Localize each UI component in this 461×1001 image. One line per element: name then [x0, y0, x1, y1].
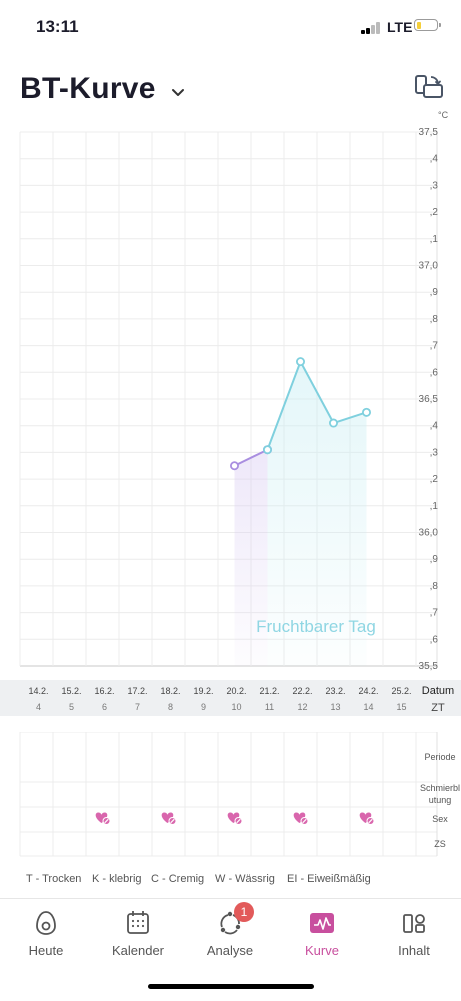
- tab-label: Analyse: [206, 943, 254, 958]
- content-icon: [403, 914, 425, 933]
- y-tick-label: ,2: [430, 474, 439, 485]
- cycle-day-label: 6: [102, 702, 107, 712]
- cycle-day-label: 14: [363, 702, 373, 712]
- y-tick-label: 36,5: [419, 394, 439, 405]
- cycle-day-label: 7: [135, 702, 140, 712]
- date-axis-label: Datum: [422, 685, 454, 697]
- row-label-period: Periode: [424, 752, 455, 762]
- row-label-zs: ZS: [434, 839, 446, 849]
- rotate-screen-icon[interactable]: [414, 73, 444, 101]
- chevron-down-icon[interactable]: [170, 84, 186, 100]
- cycle-day-label: 4: [36, 702, 41, 712]
- temperature-chart[interactable]: 37,5 ,4 ,3 ,2 ,1 37,0 ,9 ,8 ,7 ,6 36,5 ,4 ,3 ,2 ,1 36,0…: [0, 110, 461, 720]
- legend-item: C - Cremig: [151, 873, 205, 885]
- tab-label: Heute: [28, 943, 64, 958]
- legend-item: T - Trocken: [26, 873, 82, 885]
- cycle-day-label: 10: [231, 702, 241, 712]
- date-label: 14.2.: [28, 686, 48, 696]
- egg-icon: [36, 911, 56, 935]
- date-label: 25.2.: [391, 686, 411, 696]
- mucus-legend: T - Trocken K - klebrig C - Cremig W - W…: [0, 873, 461, 889]
- y-tick-label: ,8: [430, 314, 439, 325]
- y-tick-label: ,7: [430, 341, 439, 352]
- home-indicator: [148, 984, 314, 989]
- legend-item: K - klebrig: [92, 873, 142, 885]
- date-label: 20.2.: [226, 686, 246, 696]
- y-tick-label: 36,0: [419, 528, 439, 539]
- y-tick-label: ,4: [430, 421, 439, 432]
- y-tick-label: ,4: [430, 154, 439, 165]
- date-label: 15.2.: [61, 686, 81, 696]
- y-tick-label: ,1: [430, 501, 439, 512]
- tab-label: Kalender: [111, 943, 165, 958]
- cycle-day-label: 9: [201, 702, 206, 712]
- tab-kalender[interactable]: Kalender: [92, 899, 184, 969]
- cycle-day-label: 15: [396, 702, 406, 712]
- y-tick-label: ,2: [430, 207, 439, 218]
- y-tick-label: ,1: [430, 234, 439, 245]
- cycle-day-label: 11: [265, 702, 274, 712]
- sex-heart-icon[interactable]: [359, 812, 375, 825]
- sex-heart-icon[interactable]: [293, 812, 309, 825]
- date-label: 17.2.: [127, 686, 147, 696]
- network-type: LTE: [387, 19, 413, 35]
- curve-icon: [310, 913, 334, 933]
- date-label: 23.2.: [325, 686, 345, 696]
- temperature-point[interactable]: [295, 357, 305, 367]
- cycle-day-label: 5: [69, 702, 74, 712]
- date-label: 19.2.: [193, 686, 213, 696]
- events-grid[interactable]: Periode Schmierbl utung Sex ZS: [0, 732, 461, 862]
- tab-label: Inhalt: [398, 943, 430, 958]
- date-label: 16.2.: [94, 686, 114, 696]
- sex-heart-icon[interactable]: [161, 812, 177, 825]
- tab-analyse[interactable]: 1 Analyse: [184, 899, 276, 969]
- cycle-day-label: 13: [330, 702, 340, 712]
- y-tick-label: ,8: [430, 581, 439, 592]
- sex-heart-icon[interactable]: [227, 812, 243, 825]
- unit-label: °C: [438, 110, 449, 120]
- sex-heart-icon[interactable]: [95, 812, 111, 825]
- date-label: 18.2.: [160, 686, 180, 696]
- page-title[interactable]: BT-Kurve: [20, 72, 156, 106]
- status-time: 13:11: [36, 17, 79, 36]
- date-strip: 14.2. 4 15.2. 5 16.2. 6 17.2. 7 18.2. 8 19.2. 9 20.2…: [0, 680, 461, 716]
- temperature-point[interactable]: [361, 407, 371, 417]
- cycle-day-label: 12: [297, 702, 307, 712]
- y-tick-label: ,6: [430, 367, 439, 378]
- temperature-point[interactable]: [262, 445, 272, 455]
- battery-icon: [414, 19, 441, 31]
- legend-item: W - Wässrig: [215, 873, 275, 885]
- temperature-point[interactable]: [229, 461, 239, 471]
- y-tick-label: 37,0: [419, 261, 439, 272]
- legend-item: EI - Eiweißmäßig: [287, 873, 371, 885]
- date-label: 24.2.: [358, 686, 378, 696]
- calendar-icon: [127, 911, 149, 934]
- tab-heute[interactable]: Heute: [0, 899, 92, 969]
- tab-inhalt[interactable]: Inhalt: [368, 899, 460, 969]
- y-tick-label: ,6: [430, 634, 439, 645]
- temperature-point[interactable]: [328, 418, 338, 428]
- tab-kurve[interactable]: Kurve: [276, 899, 368, 969]
- y-tick-label: ,9: [430, 554, 439, 565]
- tab-label: Kurve: [305, 943, 339, 958]
- cycle-day-label: 8: [168, 702, 173, 712]
- date-label: 22.2.: [292, 686, 312, 696]
- notification-badge: 1: [234, 902, 254, 922]
- date-label: 21.2.: [259, 686, 279, 696]
- y-tick-label: ,3: [430, 447, 439, 458]
- y-tick-label: ,3: [430, 180, 439, 191]
- cycle-day-axis-label: ZT: [431, 702, 445, 714]
- fertile-day-label: Fruchtbarer Tag: [256, 617, 376, 636]
- y-tick-label: 37,5: [419, 127, 439, 138]
- y-tick-label: ,9: [430, 287, 439, 298]
- row-label-sex: Sex: [432, 814, 448, 824]
- y-tick-label: 35,5: [419, 661, 439, 672]
- y-tick-label: ,7: [430, 608, 439, 619]
- signal-icon: [361, 22, 383, 34]
- row-label-spotting: Schmierbl utung: [420, 783, 460, 805]
